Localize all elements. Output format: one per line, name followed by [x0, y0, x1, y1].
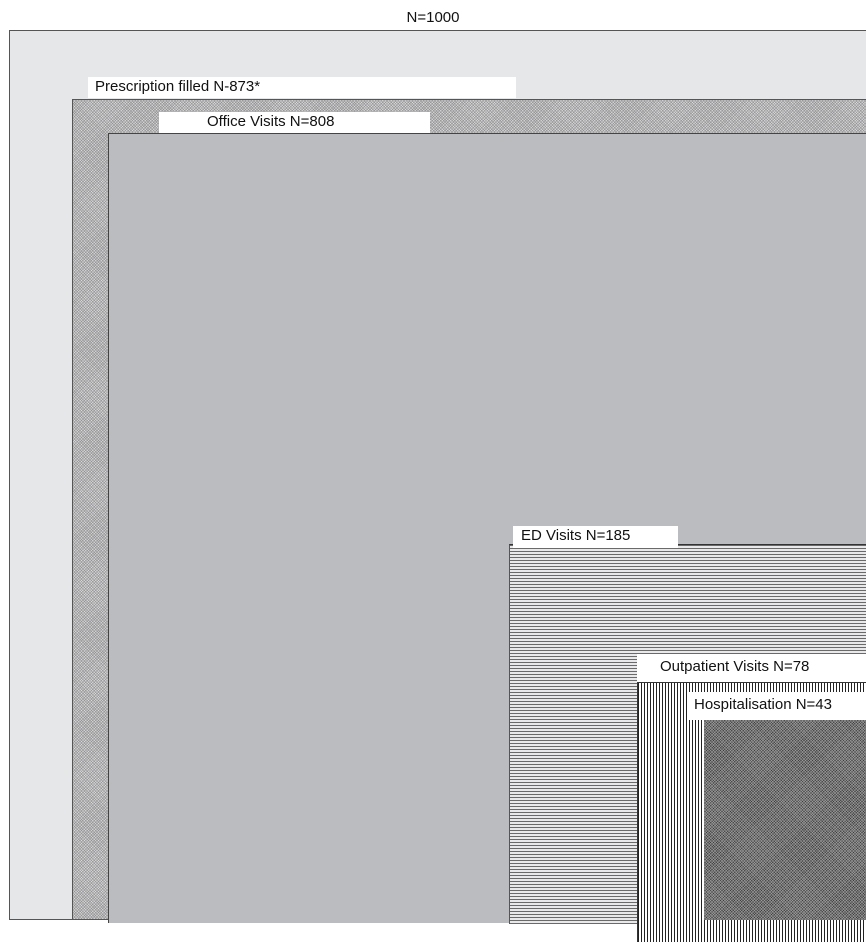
hospitalisation-label: Hospitalisation N=43 — [689, 692, 866, 720]
hospitalisation-box — [704, 720, 866, 920]
outpatient-visits-label: Outpatient Visits N=78 — [637, 654, 866, 682]
office-visits-label: Office Visits N=808 — [159, 112, 430, 133]
ed-visits-label: ED Visits N=185 — [513, 526, 678, 548]
total-population-label: N=1000 — [406, 9, 460, 26]
prescription-filled-label: Prescription filled N-873* — [88, 77, 516, 98]
